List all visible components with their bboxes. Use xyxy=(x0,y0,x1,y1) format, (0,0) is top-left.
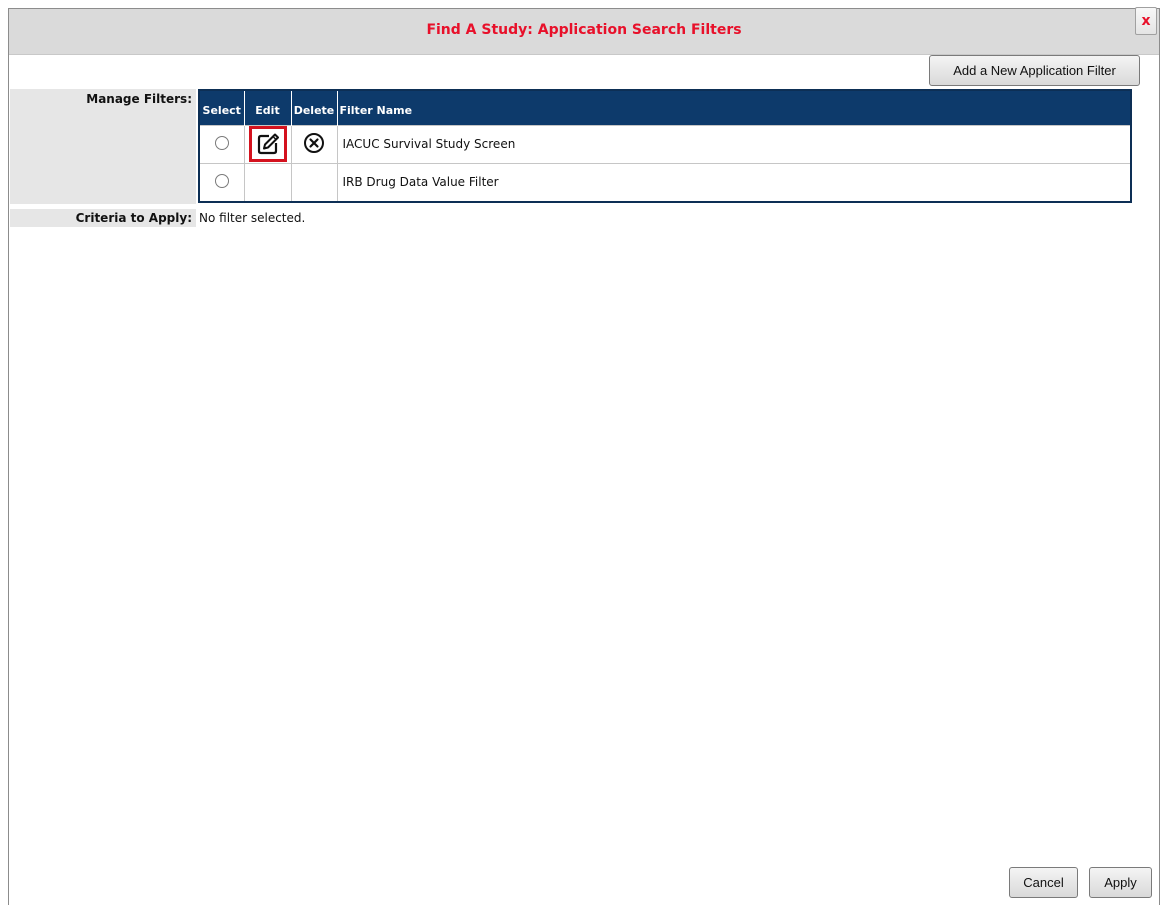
manage-filters-label: Manage Filters: xyxy=(10,89,196,204)
delete-circle-x-icon xyxy=(304,132,324,153)
filters-table: Select Edit Delete Filter Name IACUC Sur… xyxy=(198,89,1132,203)
cancel-button[interactable]: Cancel xyxy=(1009,867,1078,898)
column-header-select: Select xyxy=(199,90,244,125)
add-application-filter-button[interactable]: Add a New Application Filter xyxy=(929,55,1140,86)
close-button[interactable]: x xyxy=(1135,7,1157,35)
edit-icon xyxy=(257,133,279,155)
criteria-label: Criteria to Apply: xyxy=(10,209,196,227)
dialog-title: Find A Study: Application Search Filters xyxy=(426,22,742,38)
select-radio[interactable] xyxy=(214,135,229,150)
apply-button[interactable]: Apply xyxy=(1089,867,1152,898)
filters-table-header: Select Edit Delete Filter Name xyxy=(199,90,1131,125)
column-header-filter-name: Filter Name xyxy=(336,90,1131,125)
select-radio[interactable] xyxy=(214,173,229,188)
column-header-edit: Edit xyxy=(243,90,291,125)
criteria-value: No filter selected. xyxy=(199,211,306,225)
delete-cell xyxy=(290,162,338,202)
edit-cell xyxy=(243,124,292,164)
table-row: IACUC Survival Study Screen xyxy=(198,124,1132,164)
edit-cell xyxy=(243,162,292,202)
delete-button[interactable] xyxy=(303,132,325,157)
edit-button[interactable] xyxy=(248,126,287,162)
table-row: IRB Drug Data Value Filter xyxy=(198,162,1132,202)
delete-cell xyxy=(290,124,338,164)
select-cell xyxy=(198,162,245,202)
column-header-delete: Delete xyxy=(290,90,337,125)
filter-name-cell: IACUC Survival Study Screen xyxy=(336,124,1132,164)
filter-name-cell: IRB Drug Data Value Filter xyxy=(336,162,1132,202)
dialog-titlebar: Find A Study: Application Search Filters xyxy=(9,9,1159,55)
select-cell xyxy=(198,124,245,164)
